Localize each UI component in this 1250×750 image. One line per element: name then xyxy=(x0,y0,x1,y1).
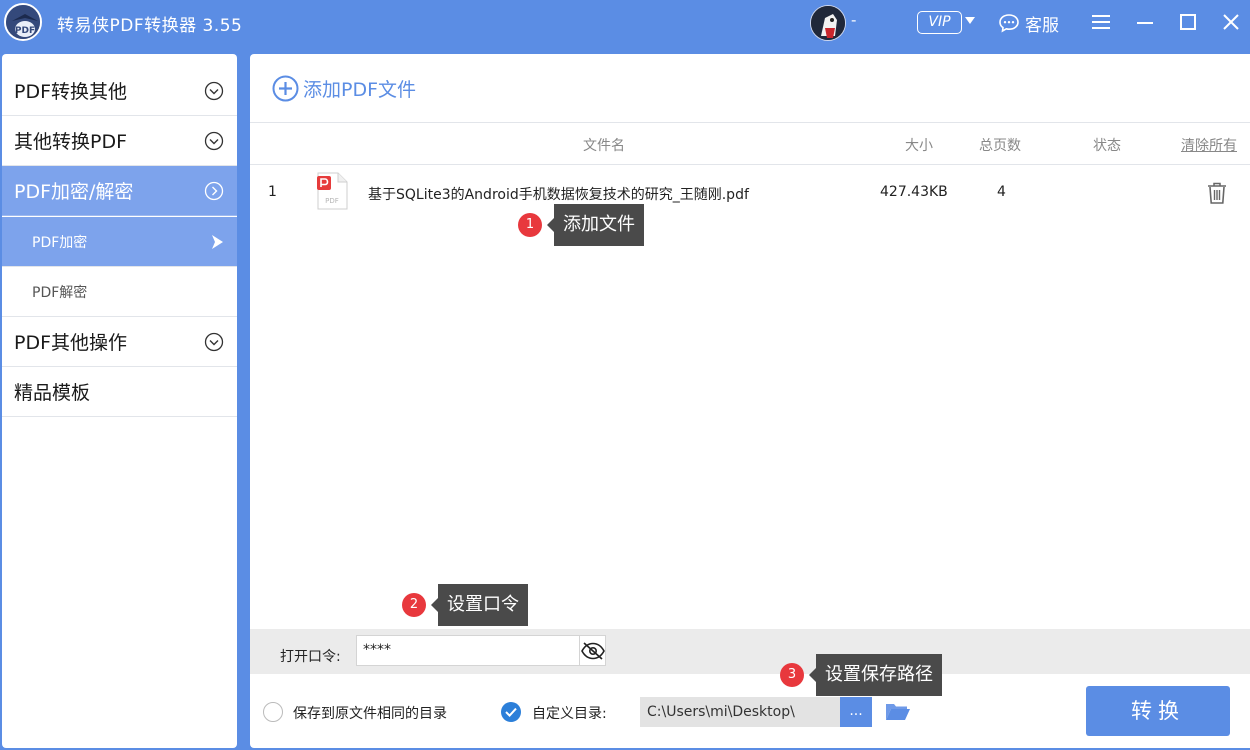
sidebar-item-encrypt-decrypt[interactable]: PDF加密/解密 xyxy=(2,166,237,216)
step-tip-set-password: 2 设置口令 xyxy=(402,584,528,626)
column-pages: 总页数 xyxy=(979,138,1021,154)
title-bar: PDF 转易侠PDF转换器 3.55 - VIP 客服 xyxy=(0,0,1250,46)
username: - xyxy=(851,11,857,29)
custom-dir-label: 自定义目录: xyxy=(532,706,607,722)
chevron-down-icon[interactable] xyxy=(965,17,975,24)
clear-all-link[interactable]: 清除所有 xyxy=(1181,135,1237,155)
password-input[interactable]: **** xyxy=(356,635,580,666)
pdf-file-icon: PDF xyxy=(317,172,348,210)
sidebar: PDF转换其他 其他转换PDF PDF加密/解密 PDF加密 PDF解密 PDF… xyxy=(2,54,237,748)
step-badge: 2 xyxy=(402,593,426,617)
sidebar-item-other-to-pdf[interactable]: 其他转换PDF xyxy=(2,116,237,166)
trash-icon[interactable] xyxy=(1206,181,1228,205)
sidebar-item-pdf-other-ops[interactable]: PDF其他操作 xyxy=(2,317,237,367)
sidebar-item-label: PDF其他操作 xyxy=(14,332,128,354)
save-path-field[interactable]: C:\Users\mi\Desktop\ xyxy=(640,697,840,727)
chevron-down-icon xyxy=(204,131,224,151)
app-title: 转易侠PDF转换器 3.55 xyxy=(57,16,243,36)
step-badge: 3 xyxy=(780,663,804,687)
close-icon[interactable] xyxy=(1219,10,1243,34)
custom-dir-radio[interactable] xyxy=(501,702,521,722)
sidebar-item-templates[interactable]: 精品模板 xyxy=(2,367,237,417)
chevron-down-icon xyxy=(204,81,224,101)
sidebar-subitem-label: PDF加密 xyxy=(32,234,88,251)
add-pdf-label: 添加PDF文件 xyxy=(303,79,417,101)
add-circle-icon xyxy=(272,75,299,102)
file-size: 427.43KB xyxy=(880,184,948,200)
tip-pointer xyxy=(809,668,816,682)
chevron-right-icon xyxy=(204,181,224,201)
sidebar-item-label: PDF加密/解密 xyxy=(14,181,134,203)
sidebar-subitem-pdf-decrypt[interactable]: PDF解密 xyxy=(2,267,237,317)
menu-icon[interactable] xyxy=(1089,10,1113,34)
svg-text:PDF: PDF xyxy=(15,26,35,36)
chevron-down-icon xyxy=(204,332,224,352)
tip-label: 设置口令 xyxy=(438,584,528,626)
browse-button[interactable]: ... xyxy=(840,697,872,727)
maximize-icon[interactable] xyxy=(1176,10,1200,34)
tip-pointer xyxy=(431,598,438,612)
user-avatar[interactable] xyxy=(810,5,846,41)
tip-label: 设置保存路径 xyxy=(816,654,942,696)
customer-service-button[interactable]: 客服 xyxy=(998,11,1059,36)
check-icon xyxy=(505,707,517,718)
password-bar: 打开口令: **** xyxy=(250,629,1250,674)
sidebar-item-label: 精品模板 xyxy=(14,382,91,404)
open-folder-icon[interactable] xyxy=(885,699,911,723)
customer-service-label: 客服 xyxy=(1025,15,1059,36)
play-arrow-icon xyxy=(212,235,223,249)
eye-hidden-icon xyxy=(580,641,605,660)
password-label: 打开口令: xyxy=(280,649,341,665)
table-header: 文件名 大小 总页数 状态 清除所有 xyxy=(250,122,1250,165)
step-badge: 1 xyxy=(518,213,542,237)
sidebar-item-label: PDF转换其他 xyxy=(14,81,128,103)
row-index: 1 xyxy=(268,184,277,200)
tip-pointer xyxy=(547,218,554,232)
column-size: 大小 xyxy=(905,138,933,154)
column-filename: 文件名 xyxy=(583,138,625,154)
column-status: 状态 xyxy=(1093,138,1121,154)
tip-label: 添加文件 xyxy=(554,204,644,246)
app-logo-icon: PDF xyxy=(4,3,42,41)
pdf-icon-text: PDF xyxy=(325,197,339,205)
sidebar-item-label: 其他转换PDF xyxy=(14,131,128,153)
vip-badge[interactable]: VIP xyxy=(917,11,962,34)
add-pdf-button[interactable]: 添加PDF文件 xyxy=(272,75,416,102)
same-dir-label: 保存到原文件相同的目录 xyxy=(293,706,447,722)
convert-button[interactable]: 转换 xyxy=(1086,686,1230,736)
file-name: 基于SQLite3的Android手机数据恢复技术的研究_王随刚.pdf xyxy=(368,187,749,203)
table-row[interactable]: 1 PDF 基于SQLite3的Android手机数据恢复技术的研究_王随刚.p… xyxy=(250,166,1250,222)
sidebar-subitem-pdf-encrypt[interactable]: PDF加密 xyxy=(2,217,237,267)
file-pages: 4 xyxy=(997,184,1006,200)
minimize-icon[interactable] xyxy=(1133,10,1157,34)
step-tip-set-save-path: 3 设置保存路径 xyxy=(780,654,942,696)
step-tip-add-file: 1 添加文件 xyxy=(518,204,644,246)
main-panel: 添加PDF文件 文件名 大小 总页数 状态 清除所有 1 PDF 基于SQLit… xyxy=(250,54,1250,748)
sidebar-subitem-label: PDF解密 xyxy=(32,284,88,301)
chat-bubble-icon xyxy=(999,14,1019,33)
same-dir-radio[interactable] xyxy=(263,702,283,722)
sidebar-item-pdf-to-other[interactable]: PDF转换其他 xyxy=(2,66,237,116)
toggle-password-visibility[interactable] xyxy=(579,635,606,666)
